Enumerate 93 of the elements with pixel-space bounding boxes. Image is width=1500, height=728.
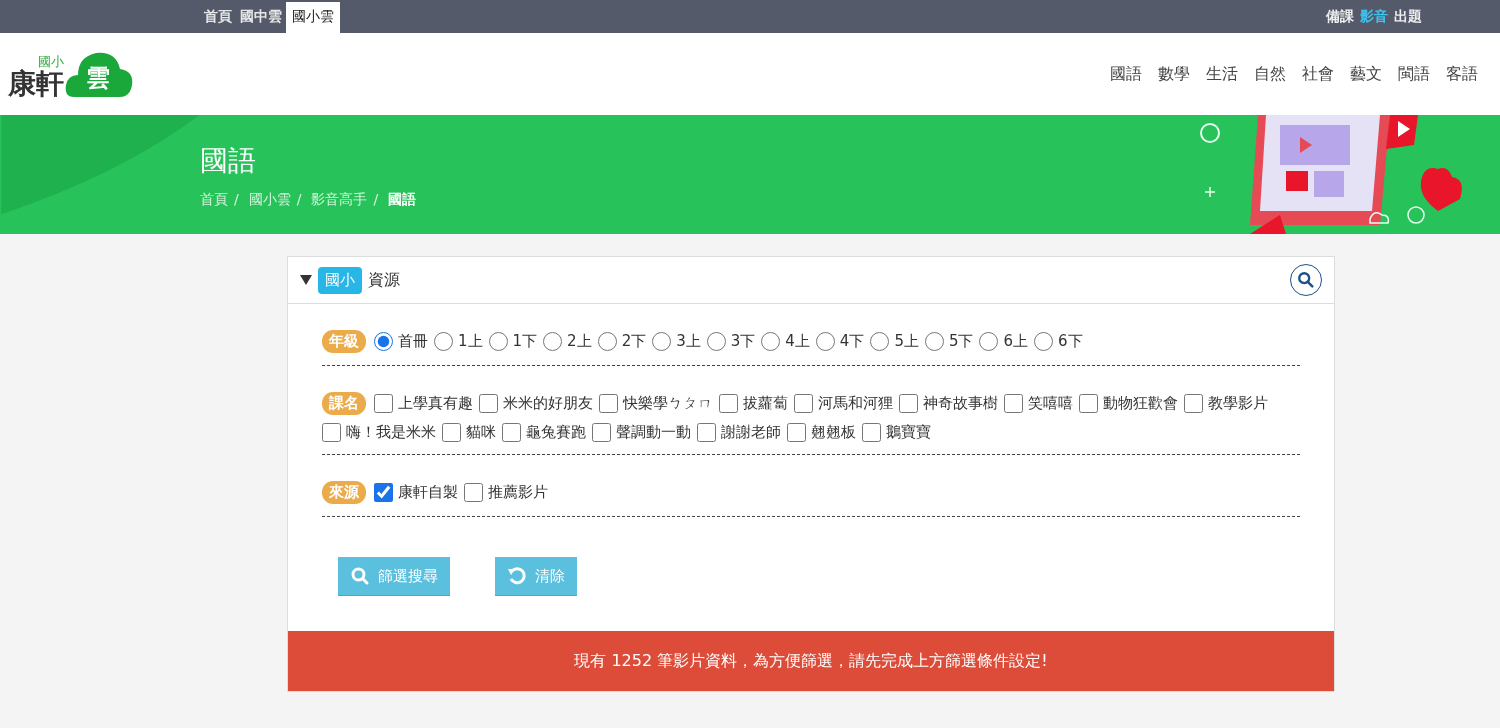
- option-label[interactable]: 米米的好朋友: [503, 394, 593, 413]
- radio-button[interactable]: [815, 332, 835, 351]
- triangle-icon[interactable]: [300, 274, 312, 286]
- option-label[interactable]: 3上: [676, 332, 701, 351]
- breadcrumb-current: 國語: [388, 191, 417, 209]
- option-label[interactable]: 快樂學ㄅㄆㄇ: [623, 394, 713, 413]
- option-label[interactable]: 2下: [621, 332, 647, 351]
- radio-button[interactable]: [706, 332, 726, 351]
- subject-link[interactable]: 客語: [1446, 63, 1478, 85]
- site-tab[interactable]: 首頁: [200, 2, 236, 33]
- checkbox[interactable]: [697, 423, 716, 442]
- checkbox[interactable]: [464, 483, 483, 502]
- option-label[interactable]: 動物狂歡會: [1103, 394, 1178, 413]
- option-label[interactable]: 6下: [1058, 332, 1083, 351]
- subject-link[interactable]: 藝文: [1350, 63, 1382, 85]
- radio-button[interactable]: [543, 332, 563, 351]
- subject-link[interactable]: 數學: [1158, 63, 1190, 85]
- option-label[interactable]: 1上: [458, 332, 483, 351]
- option-label[interactable]: 翹翹板: [811, 423, 856, 442]
- option-label[interactable]: 康軒自製: [398, 483, 458, 502]
- radio-button[interactable]: [870, 332, 890, 351]
- option-label[interactable]: 教學影片: [1208, 394, 1268, 413]
- checkbox[interactable]: [1004, 394, 1023, 413]
- search-button[interactable]: [1290, 264, 1322, 296]
- checkbox[interactable]: [1079, 394, 1098, 413]
- panel-title: 資源: [368, 269, 400, 291]
- breadcrumb-separator: /: [296, 191, 302, 209]
- option-label[interactable]: 聲調動一動: [616, 423, 691, 442]
- radio-button[interactable]: [924, 332, 944, 351]
- filter-label: 年級: [322, 330, 366, 353]
- site-tab[interactable]: 國中雲: [236, 2, 286, 33]
- subject-link[interactable]: 社會: [1302, 63, 1334, 85]
- radio-button[interactable]: [979, 332, 999, 351]
- radio-button[interactable]: [1034, 332, 1053, 351]
- page-title: 國語: [200, 143, 257, 179]
- checkbox[interactable]: [599, 394, 618, 413]
- option-label[interactable]: 神奇故事樹: [923, 394, 998, 413]
- checkbox[interactable]: [479, 394, 498, 413]
- radio-button[interactable]: [488, 332, 508, 351]
- notice-bar: 現有 1252 筆影片資料，為方便篩選，請先完成上方篩選條件設定!: [288, 631, 1334, 691]
- checkbox[interactable]: [374, 394, 393, 413]
- level-badge: 國小: [318, 266, 362, 294]
- checkbox[interactable]: [502, 423, 521, 442]
- option-label[interactable]: 首冊: [398, 332, 428, 351]
- search-icon: [350, 566, 370, 586]
- subject-link[interactable]: 閩語: [1398, 63, 1430, 85]
- option-label[interactable]: 2上: [567, 332, 592, 351]
- subject-link[interactable]: 國語: [1110, 63, 1142, 85]
- checkbox[interactable]: [787, 423, 806, 442]
- subject-link[interactable]: 生活: [1206, 63, 1238, 85]
- option-label[interactable]: 5上: [894, 332, 919, 351]
- option-label[interactable]: 河馬和河狸: [818, 394, 893, 413]
- logo-level-text: 國小: [38, 55, 64, 69]
- option-label[interactable]: 6上: [1003, 332, 1028, 351]
- checkbox[interactable]: [862, 423, 881, 442]
- breadcrumb-separator: /: [234, 191, 239, 209]
- option-label[interactable]: 推薦影片: [488, 483, 548, 502]
- option-label[interactable]: 笑嘻嘻: [1028, 394, 1073, 413]
- search-icon: [1297, 271, 1315, 289]
- logo-brand-text: 康軒: [8, 69, 64, 99]
- radio-button[interactable]: [652, 332, 672, 351]
- option-label[interactable]: 3下: [730, 332, 756, 351]
- checkbox[interactable]: [719, 394, 738, 413]
- checkbox[interactable]: [322, 423, 341, 442]
- checkbox[interactable]: [374, 483, 393, 502]
- option-label[interactable]: 1下: [512, 332, 538, 351]
- checkbox[interactable]: [899, 394, 918, 413]
- option-label[interactable]: 嗨！我是米米: [346, 423, 436, 442]
- checkbox[interactable]: [592, 423, 611, 442]
- breadcrumb-separator: /: [373, 191, 379, 209]
- checkbox[interactable]: [442, 423, 461, 442]
- radio-button[interactable]: [374, 332, 393, 351]
- radio-button[interactable]: [434, 332, 453, 351]
- option-label[interactable]: 拔蘿蔔: [743, 394, 788, 413]
- checkbox[interactable]: [1184, 394, 1203, 413]
- radio-button[interactable]: [761, 332, 781, 351]
- service-link[interactable]: 出題: [1394, 7, 1422, 26]
- subject-link[interactable]: 自然: [1254, 63, 1286, 85]
- option-label[interactable]: 4下: [839, 332, 865, 351]
- checkbox[interactable]: [794, 394, 813, 413]
- option-label[interactable]: 鵝寶寶: [886, 423, 931, 442]
- filter-label: 來源: [322, 481, 366, 504]
- option-label[interactable]: 龜兔賽跑: [526, 423, 586, 442]
- reset-arrow-icon: [507, 566, 527, 586]
- option-label[interactable]: 上學真有趣: [398, 394, 473, 413]
- radio-button[interactable]: [597, 332, 617, 351]
- site-tab[interactable]: 國小雲: [286, 2, 340, 33]
- service-link[interactable]: 備課: [1326, 7, 1354, 26]
- filter-label: 課名: [322, 392, 366, 415]
- option-label[interactable]: 5下: [948, 332, 974, 351]
- option-label[interactable]: 貓咪: [466, 423, 496, 442]
- option-label[interactable]: 謝謝老師: [721, 423, 781, 442]
- option-label[interactable]: 4上: [785, 332, 810, 351]
